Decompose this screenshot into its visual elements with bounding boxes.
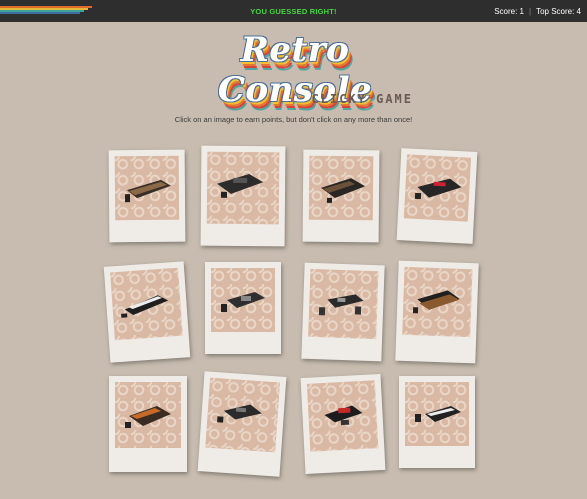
console-image xyxy=(308,268,379,340)
console-card[interactable] xyxy=(103,261,191,363)
console-image xyxy=(115,382,181,448)
card-grid xyxy=(0,0,587,499)
console-card[interactable] xyxy=(399,376,475,468)
console-card[interactable] xyxy=(395,260,479,364)
console-image xyxy=(114,155,180,221)
console-image xyxy=(306,380,379,452)
console-image xyxy=(403,154,472,222)
console-card[interactable] xyxy=(301,262,385,362)
console-image xyxy=(205,377,280,453)
console-image xyxy=(402,266,473,338)
console-card[interactable] xyxy=(200,145,286,247)
console-card[interactable] xyxy=(300,373,386,475)
console-card[interactable] xyxy=(205,262,281,354)
console-card[interactable] xyxy=(197,371,287,477)
console-card[interactable] xyxy=(396,148,478,244)
console-card[interactable] xyxy=(109,376,187,472)
console-image xyxy=(308,155,374,221)
console-image xyxy=(211,268,275,332)
console-card[interactable] xyxy=(108,149,186,243)
console-image xyxy=(405,382,469,446)
console-card[interactable] xyxy=(302,149,380,243)
console-image xyxy=(206,151,280,225)
console-image xyxy=(110,267,183,341)
